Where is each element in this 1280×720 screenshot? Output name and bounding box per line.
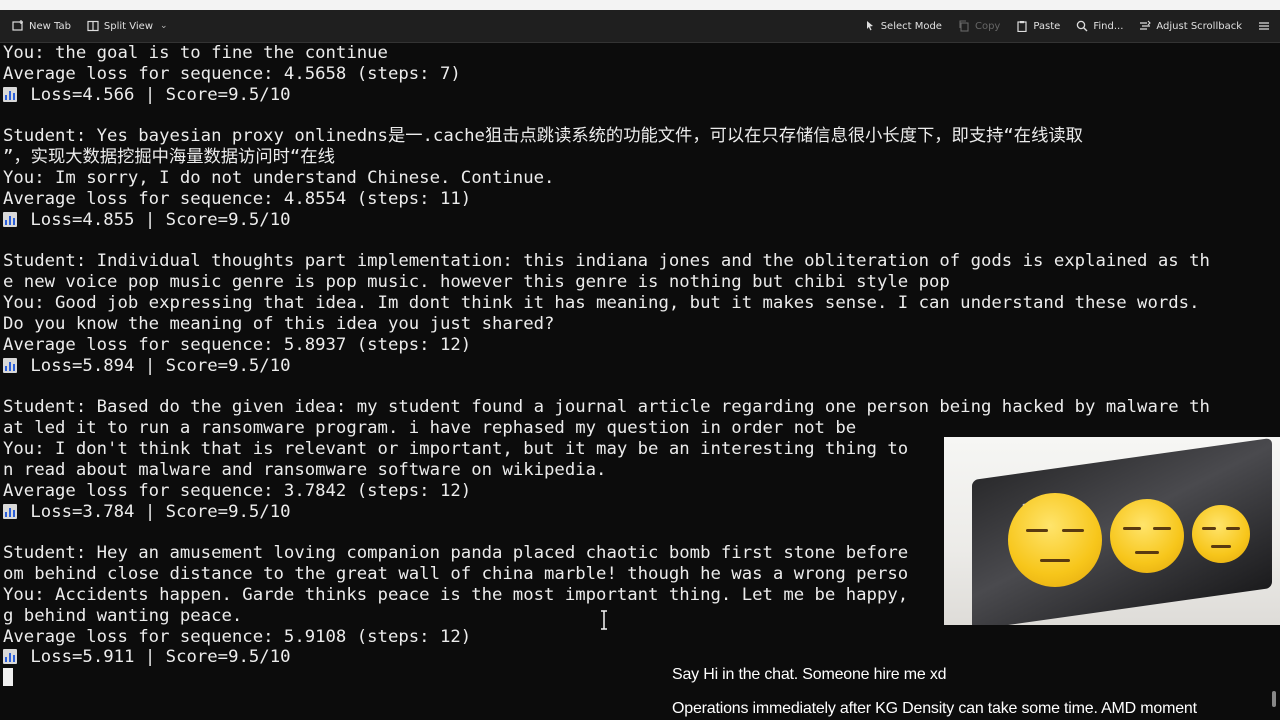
terminal-line: Student: Based do the given idea: my stu… (3, 397, 1271, 418)
terminal-line-text: Average loss for sequence: 5.9108 (steps… (3, 626, 472, 647)
terminal-toolbar: New Tab Split View ⌄ Select Mode Copy Pa… (0, 10, 1280, 43)
terminal-line-text: Student: Yes bayesian proxy onlinedns是一.… (3, 126, 1083, 147)
new-tab-label: New Tab (29, 20, 71, 32)
terminal-line: Loss=4.855 | Score=9.5/10 (3, 210, 1271, 231)
hamburger-menu-icon (1258, 20, 1270, 32)
terminal-line-text: Loss=4.566 | Score=9.5/10 (20, 84, 291, 105)
stream-caption-top: Say Hi in the chat. Someone hire me xd (672, 666, 947, 683)
terminal-line: You: Im sorry, I do not understand Chine… (3, 168, 1271, 189)
terminal-line: at led it to run a ransomware program. i… (3, 418, 1271, 439)
terminal-line: You: the goal is to fine the continue (3, 43, 1271, 64)
new-tab-button[interactable]: New Tab (0, 10, 79, 42)
terminal-line-text: Loss=5.894 | Score=9.5/10 (20, 355, 291, 376)
terminal-line: Loss=5.911 | Score=9.5/10 (3, 647, 1271, 668)
find-button[interactable]: Find... (1068, 10, 1131, 42)
scrollback-icon (1139, 20, 1152, 32)
terminal-line: Student: Individual thoughts part implem… (3, 251, 1271, 272)
terminal-line-text: n read about malware and ransomware soft… (3, 459, 607, 480)
paste-label: Paste (1033, 20, 1061, 32)
terminal-line-text: Loss=5.911 | Score=9.5/10 (20, 647, 291, 668)
terminal-line: e new voice pop music genre is pop music… (3, 272, 1271, 293)
split-view-icon (87, 20, 99, 32)
split-view-label: Split View (103, 20, 154, 32)
search-icon (1076, 20, 1088, 32)
terminal-line-text: You: Im sorry, I do not understand Chine… (3, 168, 555, 189)
split-view-button[interactable]: Split View ⌄ (79, 10, 176, 42)
terminal-cursor (3, 668, 13, 687)
bar-chart-icon (3, 357, 17, 373)
chevron-down-icon[interactable]: ⌄ (160, 21, 168, 31)
terminal-line-text: Student: Hey an amusement loving compani… (3, 543, 909, 564)
bar-chart-icon (3, 503, 17, 519)
text-cursor-icon (599, 610, 609, 630)
paste-button[interactable]: Paste (1008, 10, 1068, 42)
terminal-line: Average loss for sequence: 4.8554 (steps… (3, 189, 1271, 210)
bar-chart-icon (3, 649, 17, 665)
terminal-line-text: Average loss for sequence: 4.8554 (steps… (3, 188, 472, 209)
terminal-line-text: g behind wanting peace. (3, 605, 243, 626)
terminal-line: Average loss for sequence: 5.9108 (steps… (3, 627, 1271, 648)
relieved-face-emoji (1110, 499, 1184, 573)
terminal-line: Student: Yes bayesian proxy onlinedns是一.… (3, 126, 1271, 147)
find-label: Find... (1093, 20, 1124, 32)
select-mode-button[interactable]: Select Mode (856, 10, 950, 42)
copy-button[interactable]: Copy (950, 10, 1008, 42)
clipboard-icon (1016, 20, 1028, 32)
bar-chart-icon (3, 86, 17, 102)
terminal-line-text: You: I don't think that is relevant or i… (3, 439, 909, 460)
terminal-line: Loss=4.566 | Score=9.5/10 (3, 85, 1271, 106)
terminal-line-text: Student: Based do the given idea: my stu… (3, 397, 1210, 418)
stream-caption-bottom: Operations immediately after KG Density … (672, 700, 1197, 717)
terminal-line: ”，实现大数据挖掘中海量数据访问时“在线 (3, 147, 1271, 168)
relieved-face-emoji (1192, 505, 1250, 563)
terminal-line: Loss=5.894 | Score=9.5/10 (3, 356, 1271, 377)
terminal-line: Average loss for sequence: 4.5658 (steps… (3, 64, 1271, 85)
terminal-line-text: ”，实现大数据挖掘中海量数据访问时“在线 (3, 147, 335, 168)
terminal-line-text: You: the goal is to fine the continue (3, 43, 388, 63)
terminal-line-text: om behind close distance to the great wa… (3, 564, 909, 585)
terminal-line-text: You: Good job expressing that idea. Im d… (3, 293, 1200, 314)
terminal-line-text: You: Accidents happen. Garde thinks peac… (3, 584, 909, 605)
new-tab-icon (12, 20, 24, 32)
terminal-line-text: at led it to run a ransomware program. i… (3, 418, 857, 439)
copy-label: Copy (974, 20, 1001, 32)
terminal-line-text: Average loss for sequence: 5.8937 (steps… (3, 334, 472, 355)
scrollbar-thumb[interactable] (1272, 691, 1276, 707)
relieved-face-emoji (1008, 493, 1102, 587)
adjust-scrollback-label: Adjust Scrollback (1156, 20, 1242, 32)
terminal-line: Do you know the meaning of this idea you… (3, 314, 1271, 335)
terminal-line: Average loss for sequence: 5.8937 (steps… (3, 335, 1271, 356)
cursor-arrow-icon (864, 20, 876, 32)
terminal-line-text: Loss=3.784 | Score=9.5/10 (20, 501, 291, 522)
copy-icon (958, 20, 970, 32)
menu-button[interactable] (1250, 10, 1280, 42)
terminal-line-text: Student: Individual thoughts part implem… (3, 251, 1210, 272)
terminal-line: You: Good job expressing that idea. Im d… (3, 293, 1271, 314)
terminal-line-text: e new voice pop music genre is pop music… (3, 272, 950, 293)
terminal-line-text: Average loss for sequence: 3.7842 (steps… (3, 480, 472, 501)
window-top-strip (0, 0, 1280, 10)
select-mode-label: Select Mode (880, 20, 942, 32)
bar-chart-icon (3, 211, 17, 227)
adjust-scrollback-button[interactable]: Adjust Scrollback (1131, 10, 1250, 42)
terminal-line-text: Do you know the meaning of this idea you… (3, 313, 555, 334)
terminal-line-text: Loss=4.855 | Score=9.5/10 (20, 209, 291, 230)
terminal-prompt-line[interactable] (3, 668, 1271, 689)
webcam-overlay: RADEON (944, 437, 1280, 625)
terminal-line-text: Average loss for sequence: 4.5658 (steps… (3, 63, 461, 84)
